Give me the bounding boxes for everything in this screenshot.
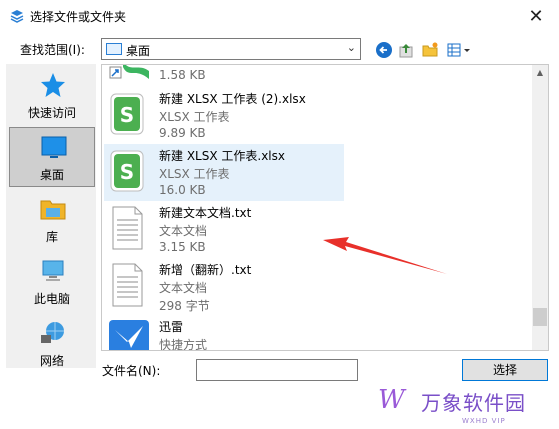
chevron-down-icon: ⌄: [346, 41, 356, 54]
place-label: 此电脑: [33, 292, 70, 306]
file-type: 文本文档: [159, 224, 208, 238]
computer-icon: [42, 260, 64, 281]
network-icon: [41, 322, 64, 343]
place-desktop[interactable]: 桌面: [9, 127, 95, 187]
place-label: 网络: [39, 354, 64, 368]
file-type: XLSX 工作表: [159, 110, 230, 124]
watermark-name: 万象软件园: [421, 391, 526, 415]
lookin-value: 桌面: [126, 44, 151, 58]
up-folder-icon: [399, 44, 413, 58]
window-title: 选择文件或文件夹: [30, 10, 127, 24]
thunder-icon: [109, 320, 149, 350]
filename-input[interactable]: [196, 359, 358, 381]
place-library[interactable]: 库: [9, 190, 95, 250]
file-name: 迅雷: [159, 320, 184, 334]
place-label: 桌面: [39, 168, 64, 182]
file-size: 9.89 KB: [159, 126, 206, 140]
lookin-dropdown[interactable]: 桌面 ⌄: [101, 38, 361, 60]
desktop-icon: [41, 136, 67, 158]
desktop-folder-icon: [106, 43, 122, 55]
place-this-pc[interactable]: 此电脑: [9, 252, 95, 312]
library-icon: [40, 200, 66, 220]
shortcut-icon: [109, 65, 149, 79]
back-button[interactable]: [374, 40, 394, 60]
file-item[interactable]: 1.58 KB: [104, 65, 344, 85]
lookin-label: 查找范围(I):: [20, 43, 85, 57]
scroll-up-icon[interactable]: ▲: [532, 65, 548, 81]
place-label: 库: [45, 230, 58, 244]
file-item[interactable]: 新建文本文档.txt 文本文档 3.15 KB: [104, 201, 344, 258]
view-menu-button[interactable]: [446, 40, 472, 60]
file-name: 新增（翻新）.txt: [159, 263, 252, 277]
file-name: 新建文本文档.txt: [159, 206, 252, 220]
star-icon: [41, 73, 65, 97]
file-item[interactable]: 新增（翻新）.txt 文本文档 298 字节: [104, 258, 344, 315]
spreadsheet-icon: S: [110, 93, 144, 135]
file-size: 298 字节: [159, 299, 210, 313]
place-network[interactable]: 网络: [9, 314, 95, 374]
file-type: 文本文档: [159, 281, 208, 295]
file-size: 1.58 KB: [159, 68, 206, 82]
svg-text:S: S: [120, 103, 134, 127]
places-bar: 快速访问 桌面 库 此电脑 网络: [6, 64, 96, 368]
close-button[interactable]: ✕: [513, 0, 559, 32]
watermark: W 万象软件园 WXHD VIP: [356, 381, 559, 429]
new-folder-icon: [422, 42, 438, 57]
text-document-icon: [112, 206, 143, 250]
svg-text:S: S: [120, 160, 134, 184]
scroll-thumb[interactable]: [533, 308, 547, 326]
vertical-scrollbar[interactable]: ▲: [532, 65, 548, 350]
watermark-subtitle: WXHD VIP: [462, 417, 506, 425]
app-icon: [10, 10, 24, 23]
file-type: XLSX 工作表: [159, 167, 230, 181]
file-type: 快捷方式: [159, 338, 208, 351]
place-quick-access[interactable]: 快速访问: [9, 66, 95, 126]
close-icon: ✕: [528, 5, 544, 27]
watermark-logo: W: [378, 385, 405, 415]
filename-label: 文件名(N):: [102, 364, 161, 378]
up-folder-button[interactable]: [396, 40, 416, 60]
spreadsheet-icon: S: [110, 150, 144, 192]
file-item-selected[interactable]: S 新建 XLSX 工作表.xlsx XLSX 工作表 16.0 KB: [104, 144, 344, 201]
file-name: 新建 XLSX 工作表 (2).xlsx: [159, 92, 306, 106]
file-size: 3.15 KB: [159, 240, 206, 254]
text-document-icon: [112, 263, 143, 307]
file-item[interactable]: 迅雷 快捷方式: [104, 315, 344, 351]
new-folder-button[interactable]: [420, 40, 440, 60]
file-size: 16.0 KB: [159, 183, 206, 197]
select-button[interactable]: 选择: [462, 359, 548, 381]
file-item[interactable]: S 新建 XLSX 工作表 (2).xlsx XLSX 工作表 9.89 KB: [104, 87, 344, 144]
file-list[interactable]: 1.58 KB S 新建 XLSX 工作表 (2).xlsx XLSX 工作表 …: [101, 64, 549, 351]
view-grid-icon: [447, 43, 470, 57]
back-arrow-icon: [376, 42, 392, 58]
title-bar: 选择文件或文件夹 ✕: [0, 0, 559, 32]
place-label: 快速访问: [27, 106, 76, 120]
file-name: 新建 XLSX 工作表.xlsx: [159, 149, 285, 163]
